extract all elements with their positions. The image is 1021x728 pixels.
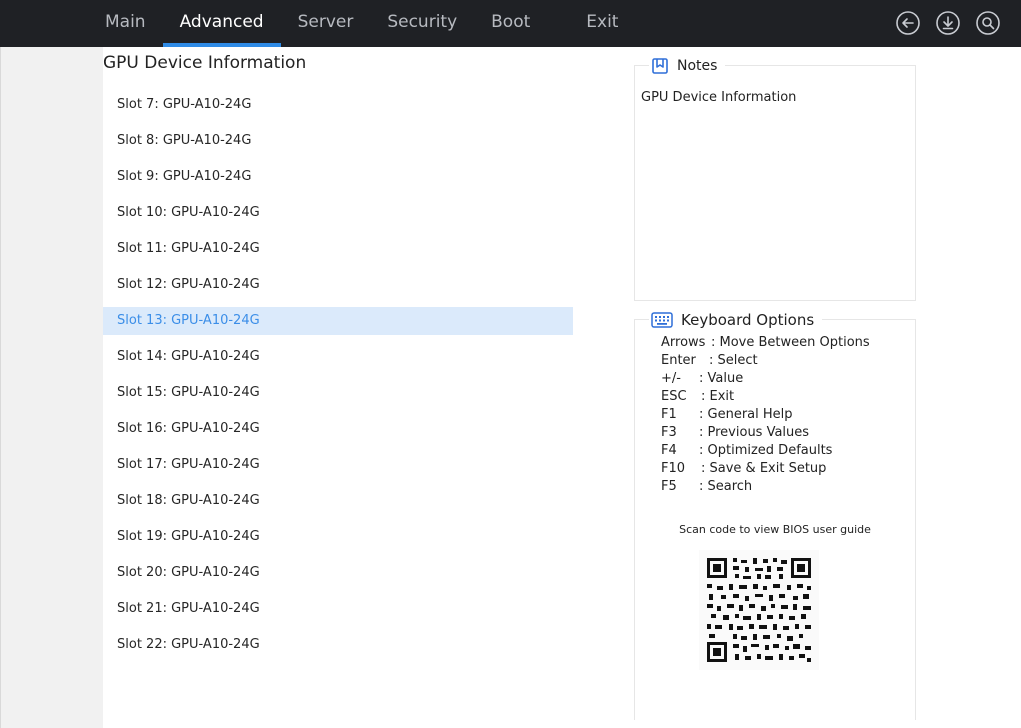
list-item[interactable]: Slot 22: GPU-A10-24G (103, 631, 573, 659)
list-item[interactable]: Slot 14: GPU-A10-24G (103, 343, 573, 371)
tab-security[interactable]: Security (370, 0, 474, 47)
search-icon[interactable] (975, 10, 1001, 36)
shortcut-row: F4: Optimized Defaults (661, 443, 833, 458)
list-item[interactable]: Slot 8: GPU-A10-24G (103, 127, 573, 155)
shortcut-row: +/-: Value (661, 371, 744, 386)
list-item[interactable]: Slot 7: GPU-A10-24G (103, 91, 573, 119)
notes-title: Notes (677, 58, 718, 74)
notes-panel: Notes GPU Device Information (634, 57, 916, 301)
bookmark-icon (652, 58, 668, 74)
download-icon[interactable] (935, 10, 961, 36)
side-panel: Notes GPU Device Information Keyboard Op… (633, 47, 1021, 728)
tab-exit[interactable]: Exit (569, 0, 635, 47)
shortcut-row: F5: Search (661, 479, 753, 494)
notes-text: GPU Device Information (641, 90, 797, 105)
list-item[interactable]: Slot 15: GPU-A10-24G (103, 379, 573, 407)
list-item[interactable]: Slot 16: GPU-A10-24G (103, 415, 573, 443)
top-nav-bar: Main Advanced Server Security Boot Exit (0, 0, 1021, 47)
left-divider (0, 47, 1, 728)
list-item[interactable]: Slot 19: GPU-A10-24G (103, 523, 573, 551)
shortcut-row: F1: General Help (661, 407, 793, 422)
keyboard-title: Keyboard Options (681, 311, 815, 329)
shortcut-row: Arrows: Move Between Options (661, 335, 870, 350)
notes-header: Notes (649, 57, 726, 75)
gpu-slot-list: Slot 7: GPU-A10-24G Slot 8: GPU-A10-24G … (103, 91, 573, 667)
shortcut-row: Enter: Select (661, 353, 758, 368)
back-icon[interactable] (895, 10, 921, 36)
keyboard-options-panel: Keyboard Options Arrows: Move Between Op… (634, 311, 916, 720)
list-item[interactable]: Slot 12: GPU-A10-24G (103, 271, 573, 299)
list-item[interactable]: Slot 11: GPU-A10-24G (103, 235, 573, 263)
list-item[interactable]: Slot 21: GPU-A10-24G (103, 595, 573, 623)
top-icon-group (895, 10, 1001, 36)
keyboard-header: Keyboard Options (649, 311, 823, 329)
list-item[interactable]: Slot 20: GPU-A10-24G (103, 559, 573, 587)
shortcut-row: F3: Previous Values (661, 425, 810, 440)
tab-main[interactable]: Main (88, 0, 163, 47)
page-title: GPU Device Information (103, 53, 307, 73)
main-panel: GPU Device Information Slot 7: GPU-A10-2… (103, 47, 633, 728)
list-item[interactable]: Slot 10: GPU-A10-24G (103, 199, 573, 227)
list-item[interactable]: Slot 18: GPU-A10-24G (103, 487, 573, 515)
tab-server[interactable]: Server (281, 0, 371, 47)
tab-advanced[interactable]: Advanced (162, 0, 281, 47)
tab-boot[interactable]: Boot (474, 0, 547, 47)
list-item[interactable]: Slot 17: GPU-A10-24G (103, 451, 573, 479)
scan-code-text: Scan code to view BIOS user guide (679, 523, 871, 536)
list-item[interactable]: Slot 9: GPU-A10-24G (103, 163, 573, 191)
keyboard-shortcut-list: Arrows: Move Between Options Enter: Sele… (661, 334, 870, 496)
list-item-selected[interactable]: Slot 13: GPU-A10-24G (103, 307, 573, 335)
keyboard-icon (651, 312, 673, 328)
shortcut-row: F10: Save & Exit Setup (661, 461, 827, 476)
nav-tabs: Main Advanced Server Security Boot Exit (88, 0, 635, 47)
qr-code-image (699, 550, 819, 670)
shortcut-row: ESC: Exit (661, 389, 735, 404)
